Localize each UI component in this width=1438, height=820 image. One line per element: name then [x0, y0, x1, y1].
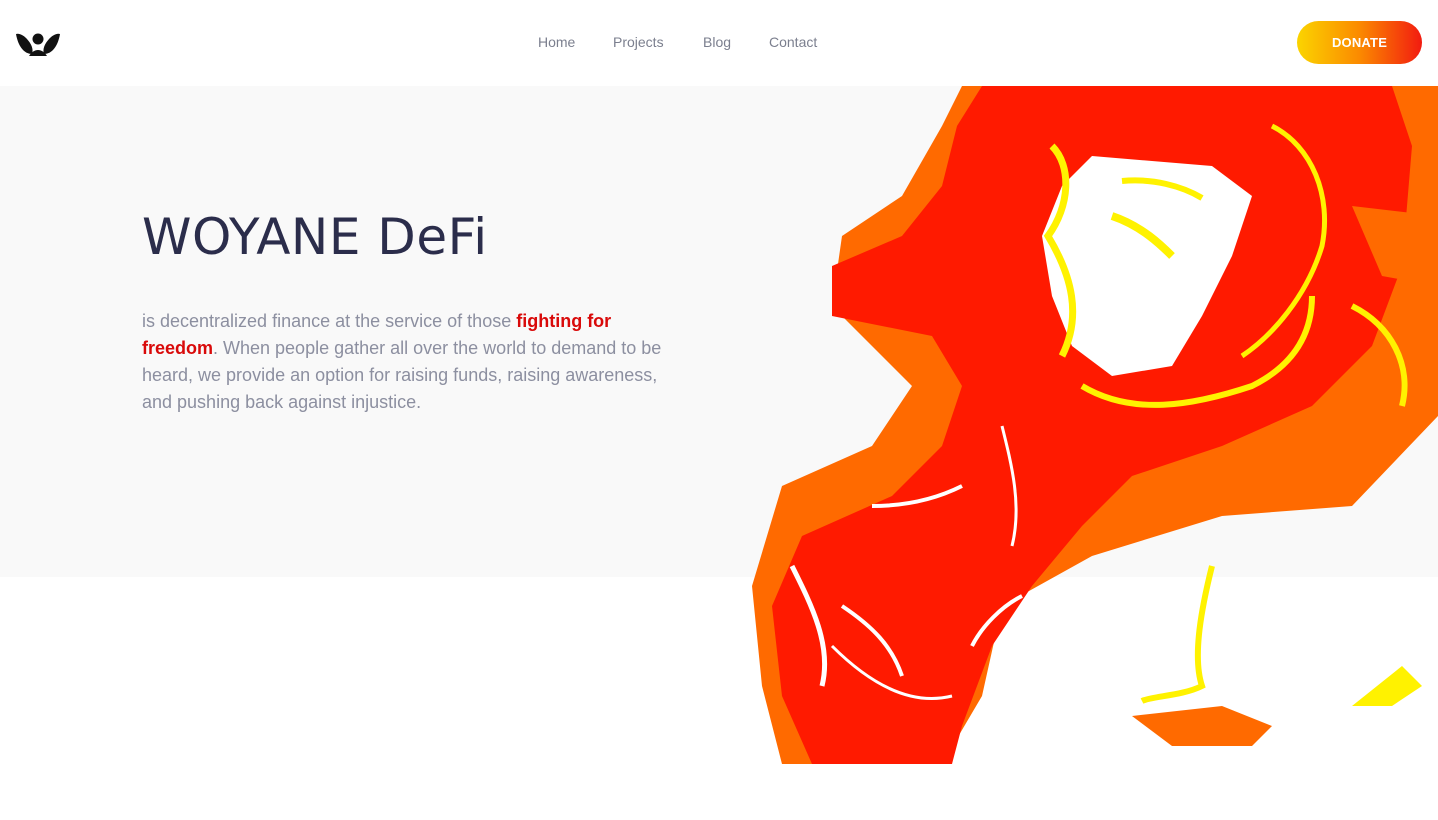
hero-portrait-illustration [752, 86, 1438, 764]
hero-text-intro: is decentralized finance at the service … [142, 311, 517, 331]
site-header: Home Projects Blog Contact DONATE [0, 0, 1438, 86]
woyane-logo-icon[interactable] [14, 26, 62, 58]
nav-home-link[interactable]: Home [538, 34, 575, 50]
hero-title: WOYANE DeFi [142, 208, 488, 266]
nav-projects-link[interactable]: Projects [613, 34, 664, 50]
hero-description: is decentralized finance at the service … [142, 308, 662, 416]
nav-contact-link[interactable]: Contact [769, 34, 817, 50]
donate-button[interactable]: DONATE [1297, 21, 1422, 64]
hero-text-rest: . When people gather all over the world … [142, 338, 662, 412]
nav-blog-link[interactable]: Blog [703, 34, 731, 50]
